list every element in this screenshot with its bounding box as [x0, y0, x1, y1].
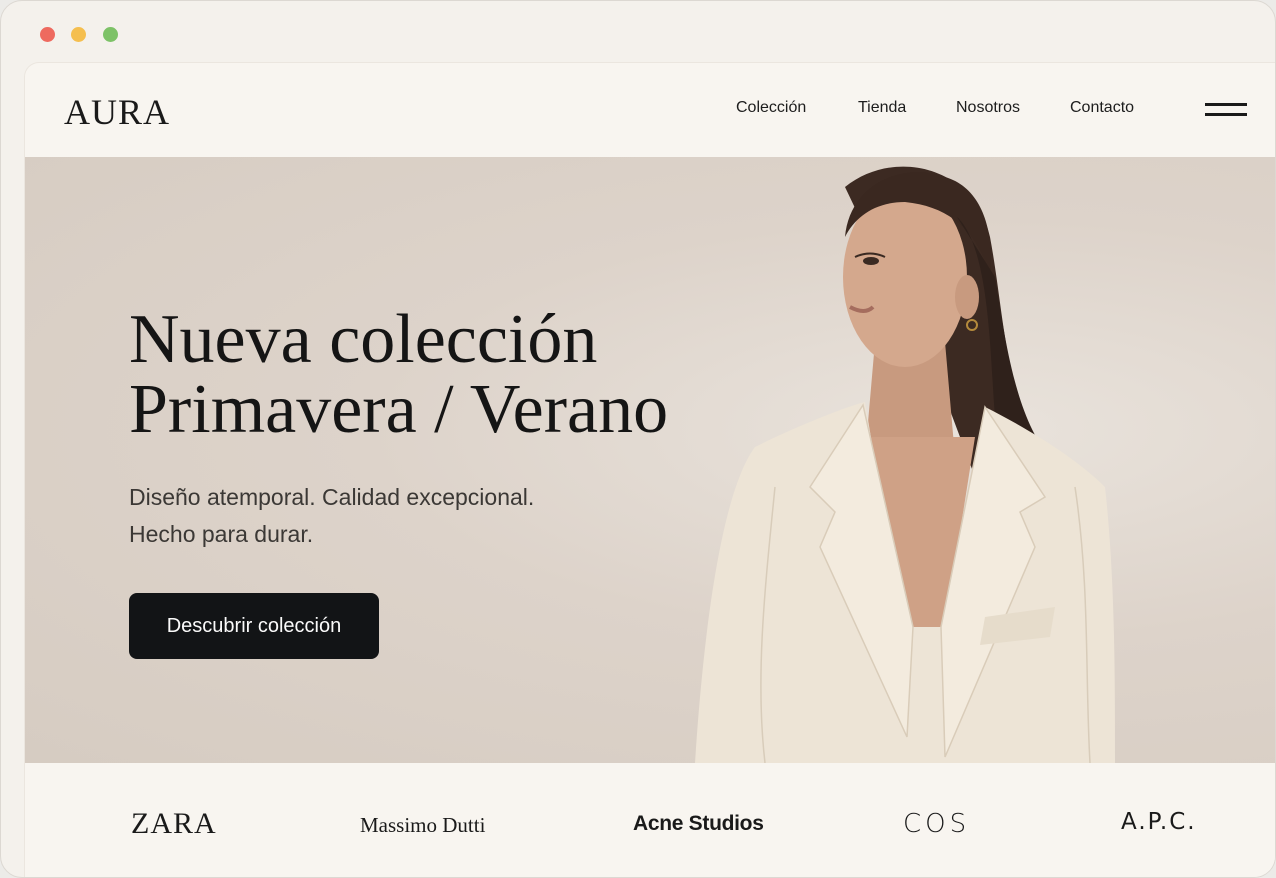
hero-subtitle: Diseño atemporal. Calidad excepcional. H… — [129, 479, 534, 553]
brand-logo-apc[interactable]: A.P.C. — [1121, 809, 1197, 835]
hero-model-image — [695, 166, 1115, 763]
browser-window: AURA Colección Tienda Nosotros Contacto … — [0, 0, 1276, 878]
hero-title: Nueva colección Primavera / Verano — [129, 305, 668, 445]
discover-collection-button[interactable]: Descubrir colección — [129, 593, 379, 659]
hero-section: Nueva colección Primavera / Verano Diseñ… — [25, 157, 1275, 763]
brand-logos-strip: ZARA Massimo Dutti Acne Studios COS A.P.… — [25, 763, 1275, 877]
brand-logo-zara[interactable]: ZARA — [131, 807, 217, 841]
brand-logo-acne-studios[interactable]: Acne Studios — [633, 812, 764, 836]
minimize-window-button[interactable] — [71, 27, 86, 42]
hero-subtitle-line-1: Diseño atemporal. Calidad excepcional. — [129, 484, 535, 510]
window-titlebar — [1, 1, 1275, 63]
close-window-button[interactable] — [40, 27, 55, 42]
site-header: AURA Colección Tienda Nosotros Contacto — [25, 63, 1275, 157]
site-logo[interactable]: AURA — [64, 91, 170, 133]
web-page: AURA Colección Tienda Nosotros Contacto … — [25, 63, 1275, 877]
hero-subtitle-line-2: Hecho para durar. — [129, 521, 314, 547]
nav-link-tienda[interactable]: Tienda — [858, 99, 906, 117]
brand-logo-massimo-dutti[interactable]: Massimo Dutti — [360, 813, 485, 838]
brand-logo-cos[interactable]: COS — [903, 809, 970, 839]
hero-title-line-2: Primavera / Verano — [129, 371, 669, 448]
hamburger-menu-icon[interactable] — [1203, 99, 1249, 121]
nav-link-contacto[interactable]: Contacto — [1070, 99, 1134, 117]
zoom-window-button[interactable] — [103, 27, 118, 42]
nav-link-coleccion[interactable]: Colección — [736, 99, 806, 117]
nav-link-nosotros[interactable]: Nosotros — [956, 99, 1020, 117]
hero-title-line-1: Nueva colección — [129, 301, 598, 378]
